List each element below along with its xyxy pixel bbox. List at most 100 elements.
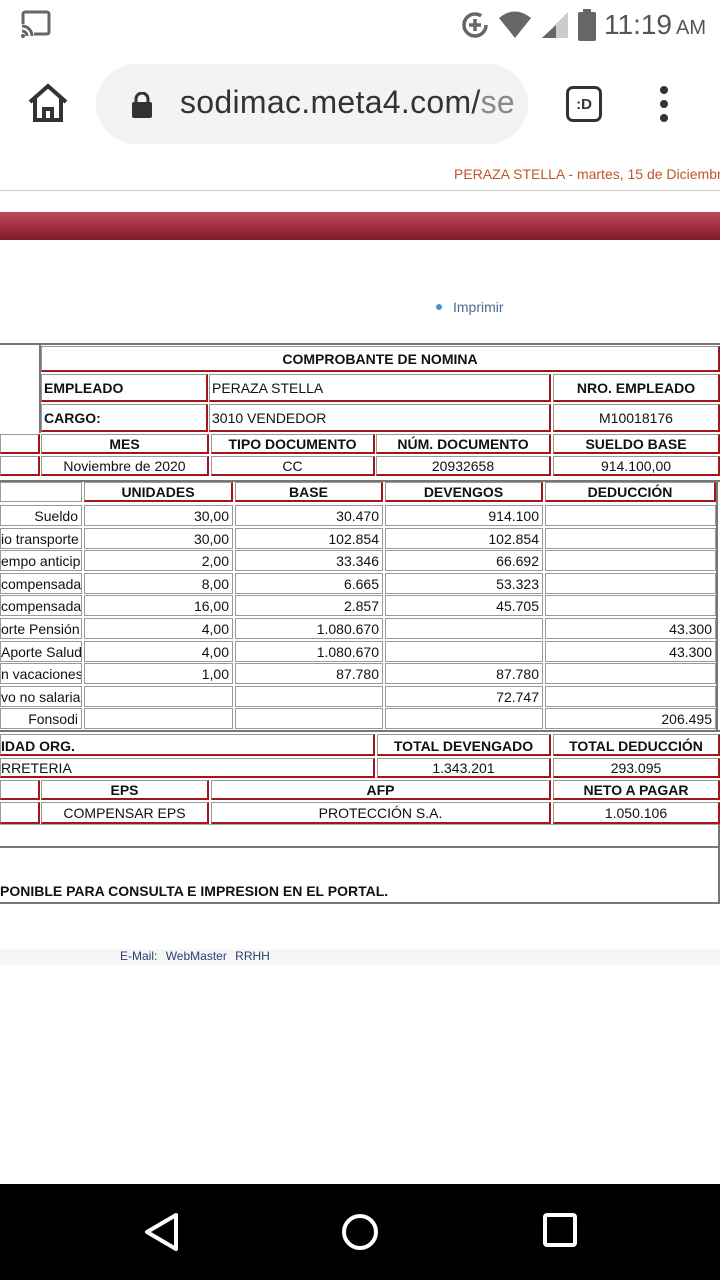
left-stub-cell bbox=[0, 802, 40, 824]
home-button-icon[interactable] bbox=[340, 1212, 380, 1252]
units-cell: 2,00 bbox=[84, 550, 233, 571]
concept-column-header bbox=[0, 482, 82, 502]
cast-icon bbox=[20, 10, 51, 38]
devengos-cell: 66.692 bbox=[385, 550, 543, 571]
afp-label: AFP bbox=[211, 780, 551, 800]
notice-line: PONIBLE PARA CONSULTA E IMPRESION EN EL … bbox=[0, 883, 389, 899]
deduccion-cell bbox=[545, 686, 716, 707]
deduccion-cell: 43.300 bbox=[545, 618, 716, 639]
concept-cell: Fonsodi bbox=[0, 708, 82, 729]
cargo-label: CARGO: bbox=[41, 404, 208, 432]
devengos-cell: 87.780 bbox=[385, 663, 543, 684]
units-cell: 30,00 bbox=[84, 528, 233, 549]
deduccion-cell bbox=[545, 550, 716, 571]
units-cell bbox=[84, 686, 233, 707]
concept-cell: vo no salarial bbox=[0, 686, 82, 707]
concept-cell: compensada bbox=[0, 595, 82, 616]
devengos-cell: 72.747 bbox=[385, 686, 543, 707]
deduccion-header: DEDUCCIÓN bbox=[545, 482, 716, 502]
clock: 11:19 AM bbox=[604, 9, 706, 40]
mes-value: Noviembre de 2020 bbox=[41, 456, 209, 476]
afp-value: PROTECCIÓN S.A. bbox=[211, 802, 551, 824]
wifi-icon bbox=[499, 11, 531, 38]
cell-signal-icon bbox=[542, 12, 568, 38]
devengos-cell: 102.854 bbox=[385, 528, 543, 549]
units-cell: 4,00 bbox=[84, 618, 233, 639]
base-cell: 6.665 bbox=[235, 573, 383, 594]
recents-icon[interactable] bbox=[542, 1212, 578, 1248]
concept-cell: Aporte Salud bbox=[0, 641, 82, 662]
receipt-title: COMPROBANTE DE NOMINA bbox=[41, 346, 720, 372]
base-cell bbox=[235, 686, 383, 707]
print-link[interactable]: Imprimir bbox=[436, 299, 504, 315]
units-cell: 30,00 bbox=[84, 505, 233, 526]
deduccion-cell bbox=[545, 595, 716, 616]
base-cell: 102.854 bbox=[235, 528, 383, 549]
concept-cell: orte Pensión bbox=[0, 618, 82, 639]
sueldo-base-value: 914.100,00 bbox=[553, 456, 720, 476]
tipo-documento-value: CC bbox=[211, 456, 375, 476]
divider bbox=[0, 190, 720, 191]
url-text[interactable]: sodimac.meta4.com/se bbox=[180, 84, 515, 121]
total-deduccion-value: 293.095 bbox=[553, 758, 720, 778]
eps-value: COMPENSAR EPS bbox=[41, 802, 209, 824]
android-nav-bar bbox=[0, 1184, 720, 1280]
rrhh-link[interactable]: RRHH bbox=[235, 949, 270, 963]
cargo-value: 3010 VENDEDOR bbox=[209, 404, 551, 432]
concept-cell: io transporte bbox=[0, 528, 82, 549]
tab-switcher-button[interactable]: :D bbox=[566, 86, 602, 122]
data-saver-icon bbox=[462, 12, 488, 38]
notice-text: PONIBLE PARA CONSULTA E IMPRESION EN EL … bbox=[0, 883, 388, 899]
devengos-cell bbox=[385, 641, 543, 662]
neto-a-pagar-label: NETO A PAGAR bbox=[553, 780, 720, 800]
units-cell: 1,00 bbox=[84, 663, 233, 684]
total-deduccion-label: TOTAL DEDUCCIÓN bbox=[553, 734, 720, 756]
total-devengado-value: 1.343.201 bbox=[377, 758, 551, 778]
browser-toolbar: sodimac.meta4.com/se :D bbox=[0, 50, 720, 160]
base-cell: 1.080.670 bbox=[235, 618, 383, 639]
base-cell: 1.080.670 bbox=[235, 641, 383, 662]
devengos-cell: 914.100 bbox=[385, 505, 543, 526]
devengos-header: DEVENGOS bbox=[385, 482, 543, 502]
base-cell: 87.780 bbox=[235, 663, 383, 684]
devengos-cell bbox=[385, 618, 543, 639]
concept-cell: compensada bbox=[0, 573, 82, 594]
total-devengado-label: TOTAL DEVENGADO bbox=[377, 734, 551, 756]
concept-cell: Sueldo bbox=[0, 505, 82, 526]
base-cell: 2.857 bbox=[235, 595, 383, 616]
address-bar[interactable]: sodimac.meta4.com/se bbox=[96, 64, 528, 144]
employee-number-value: M10018176 bbox=[553, 404, 720, 432]
employee-value: PERAZA STELLA bbox=[209, 374, 551, 402]
base-cell: 33.346 bbox=[235, 550, 383, 571]
deduccion-cell bbox=[545, 505, 716, 526]
sueldo-base-label: SUELDO BASE bbox=[553, 434, 720, 454]
devengos-cell: 45.705 bbox=[385, 595, 543, 616]
back-icon[interactable] bbox=[142, 1212, 182, 1252]
home-icon[interactable] bbox=[26, 83, 70, 123]
base-header: BASE bbox=[235, 482, 383, 502]
deduccion-cell bbox=[545, 663, 716, 684]
units-cell: 4,00 bbox=[84, 641, 233, 662]
email-label: E-Mail: bbox=[120, 949, 158, 963]
user-date-line: PERAZA STELLA - martes, 15 de Diciembre bbox=[454, 166, 720, 182]
overflow-menu-icon[interactable] bbox=[656, 86, 672, 126]
units-cell bbox=[84, 708, 233, 729]
left-stub-cell bbox=[0, 780, 40, 800]
concept-cell: n vacaciones bbox=[0, 663, 82, 684]
employee-number-label: NRO. EMPLEADO bbox=[553, 374, 720, 402]
employee-label: EMPLEADO bbox=[41, 374, 208, 402]
status-bar: 11:19 AM bbox=[0, 0, 720, 50]
webmaster-link[interactable]: WebMaster bbox=[166, 949, 227, 963]
base-cell bbox=[235, 708, 383, 729]
footer-bar bbox=[0, 949, 720, 965]
units-header: UNIDADES bbox=[84, 482, 233, 502]
eps-label: EPS bbox=[41, 780, 209, 800]
header-banner bbox=[0, 212, 720, 240]
num-documento-value: 20932658 bbox=[376, 456, 551, 476]
lock-icon bbox=[132, 92, 152, 118]
web-content: PERAZA STELLA - martes, 15 de Diciembre … bbox=[0, 160, 720, 1184]
footer-links: E-Mail: WebMaster RRHH bbox=[120, 949, 270, 963]
concept-cell: empo anticip. bbox=[0, 550, 82, 571]
battery-icon bbox=[578, 9, 596, 41]
print-label[interactable]: Imprimir bbox=[453, 299, 504, 315]
